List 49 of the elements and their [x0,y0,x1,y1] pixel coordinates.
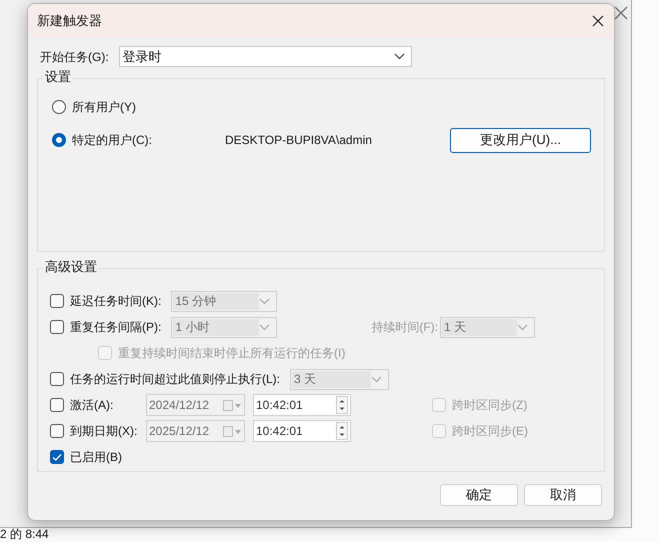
dropdown[interactable]: 1 小时 [171,316,278,338]
date-field[interactable]: 2024/12/12 [146,394,245,416]
checkbox[interactable] [50,450,64,464]
checkbox-label: 已启用(B) [70,449,122,466]
dialog-title: 新建触发器 [37,12,102,30]
checkbox[interactable] [50,424,64,438]
radio-label: 所有用户(Y) [72,99,137,116]
checkbox-label: 跨时区同步(Z) [452,397,528,414]
date-field[interactable]: 2025/12/12 [146,420,245,442]
dropdown[interactable]: 15 分钟 [171,290,278,312]
checkbox-label: 跨时区同步(E) [452,423,528,440]
dropdown[interactable]: 登录时 [118,46,412,67]
user-name: DESKTOP-BUPI8VA\admin [225,132,373,149]
checkbox-label: 任务的运行时间超过此值则停止执行(L): [70,371,280,388]
checkbox[interactable] [50,294,64,308]
radio-button[interactable] [52,133,66,147]
group-title: 设置 [43,69,73,85]
spinner-icon [336,396,348,414]
checkbox[interactable] [50,372,64,386]
checkbox-label: 延迟任务时间(K): [70,293,162,310]
checkbox-label: 到期日期(X): [70,423,138,440]
group-title: 高级设置 [43,259,99,275]
close-icon[interactable] [592,15,604,27]
calendar-icon [223,400,241,410]
calendar-icon [223,426,241,436]
checkbox-label: 重复持续时间结束时停止所有运行的任务(I) [118,345,346,362]
checkbox-label: 激活(A): [70,397,114,414]
dropdown[interactable]: 3 天 [290,368,389,390]
spinner-icon [336,422,348,440]
dialog-button[interactable]: 确定 [440,484,518,506]
status-text: 2 的 8:44 [0,528,49,541]
field-label: 持续时间(F): [371,319,438,336]
field-label: 开始任务(G): [40,48,109,66]
radio-button[interactable] [52,100,66,114]
checkbox-label: 重复任务间隔(P): [70,319,162,336]
check-icon [52,452,62,462]
change-user-button[interactable]: 更改用户(U)... [450,128,591,152]
dialog-button[interactable]: 取消 [524,484,602,506]
chevron-icon [259,298,270,304]
chevron-icon [394,53,405,60]
checkbox[interactable] [50,320,64,334]
radio-label: 特定的用户(C): [72,132,153,149]
chevron-icon [259,324,270,330]
checkbox[interactable] [50,398,64,412]
dropdown[interactable]: 1 天 [440,316,535,338]
time-field[interactable]: 10:42:01 [253,394,351,416]
chevron-icon [371,376,382,382]
chevron-icon [517,324,528,330]
time-field[interactable]: 10:42:01 [253,420,351,442]
